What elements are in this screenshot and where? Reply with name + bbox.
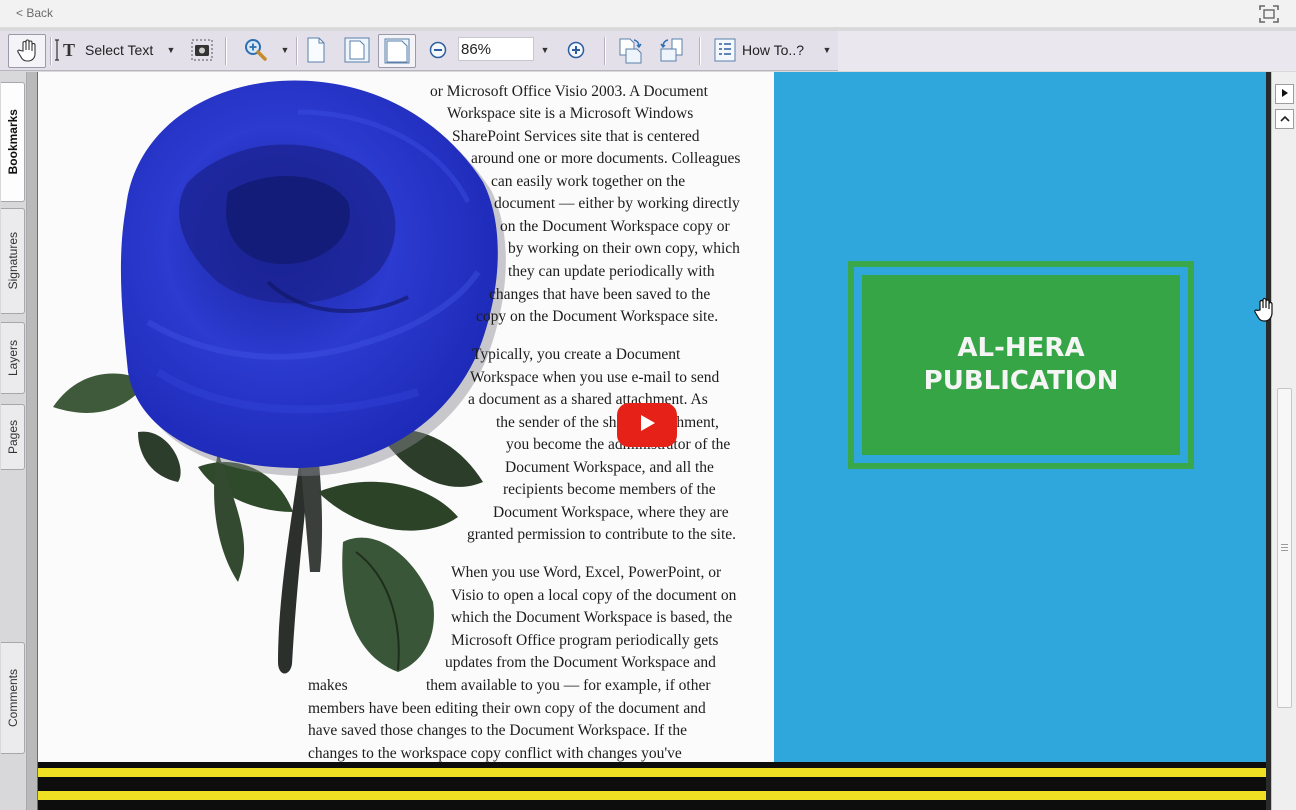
rotate-clockwise-icon (616, 36, 644, 64)
yellow-stripe (38, 768, 1266, 777)
chevron-down-icon: ▼ (280, 45, 290, 55)
page-icon (306, 37, 326, 63)
text-line: granted permission to contribute to the … (467, 526, 737, 543)
text-line: by working on their own copy, which (508, 240, 740, 257)
publisher-name-line1: AL-HERA (957, 333, 1085, 363)
text-line: Document Workspace, and all the (505, 459, 714, 476)
hand-tool-button[interactable] (8, 34, 46, 68)
rotate-counterclockwise-button[interactable] (657, 36, 687, 64)
text-line: makes (308, 677, 348, 694)
zoom-level-dropdown[interactable]: ▼ (539, 36, 551, 64)
camera-icon (190, 38, 214, 62)
snapshot-tool-button[interactable] (188, 36, 216, 64)
text-line: can easily work together on the (491, 173, 686, 190)
text-line: on the Document Workspace copy or (500, 218, 730, 235)
text-line: changes to the workspace copy conflict w… (308, 745, 682, 762)
text-line: document — either by working directly (494, 195, 740, 212)
zoom-in-button[interactable] (566, 36, 586, 64)
text-line: Typically, you create a Document (472, 346, 681, 363)
tab-bookmarks[interactable]: Bookmarks (1, 82, 25, 202)
text-line: Workspace when you use e-mail to send (470, 369, 720, 386)
select-text-label: Select Text (85, 42, 154, 58)
plus-circle-icon (567, 41, 585, 59)
how-to-button[interactable]: How To..? (714, 36, 804, 64)
text-line: Workspace site is a Microsoft Windows (447, 105, 694, 122)
tab-signatures[interactable]: Signatures (1, 208, 25, 314)
publisher-name-line2: PUBLICATION (923, 366, 1119, 396)
scroll-up-button[interactable] (1275, 109, 1294, 129)
page-footer-stripes (38, 762, 1266, 810)
toolbar-separator (604, 37, 606, 65)
zoom-in-tool-button[interactable] (240, 36, 272, 64)
tab-comments[interactable]: Comments (1, 642, 25, 754)
navigation-panel-tabs: Bookmarks Signatures Layers Pages Commen… (0, 72, 27, 810)
text-line: Document Workspace, where they are (493, 504, 729, 521)
text-line: recipients become members of the (503, 481, 716, 498)
toolbar-separator (699, 37, 701, 65)
svg-text:T: T (63, 40, 75, 60)
panel-splitter[interactable] (27, 72, 38, 810)
how-to-label: How To..? (742, 42, 804, 58)
text-line: changes that have been saved to the (489, 286, 711, 303)
text-line: around one or more documents. Colleagues (471, 150, 741, 167)
chevron-down-icon: ▼ (166, 45, 176, 55)
hand-cursor-icon (1253, 297, 1275, 328)
fit-width-button[interactable] (378, 34, 416, 68)
rotate-clockwise-button[interactable] (615, 36, 645, 64)
select-text-dropdown[interactable]: ▼ (165, 36, 177, 64)
toolbar-extension (838, 31, 1296, 71)
text-line: which the Document Workspace is based, t… (451, 609, 733, 626)
chevron-down-icon: ▼ (540, 45, 550, 55)
chevron-up-icon (1279, 110, 1290, 128)
zoom-tool-dropdown[interactable]: ▼ (279, 36, 291, 64)
tab-layers[interactable]: Layers (1, 322, 25, 394)
fit-page-button[interactable] (342, 36, 372, 64)
yellow-stripe (38, 791, 1266, 800)
toolbar-separator (50, 37, 52, 65)
chevron-down-icon: ▼ (822, 45, 832, 55)
text-cursor-icon: T (54, 38, 80, 62)
text-line: members have been editing their own copy… (308, 700, 706, 717)
text-line: the sender of the shared attachment, (496, 414, 719, 431)
select-text-button[interactable]: T Select Text (54, 36, 153, 64)
text-line: When you use Word, Excel, PowerPoint, or (451, 564, 722, 581)
fullscreen-icon[interactable] (1258, 4, 1280, 24)
fit-width-icon (384, 38, 410, 64)
text-line: Microsoft Office program periodically ge… (451, 632, 719, 649)
text-line: them available to you — for example, if … (426, 677, 711, 694)
page-forward-button[interactable] (1275, 84, 1294, 104)
toolbar-separator (225, 37, 227, 65)
text-line: copy on the Document Workspace site. (476, 308, 719, 325)
rotate-counterclockwise-icon (658, 36, 686, 64)
how-to-dropdown[interactable]: ▼ (821, 36, 833, 64)
help-list-icon (714, 38, 736, 62)
zoom-out-button[interactable] (428, 36, 448, 64)
zoom-level-input[interactable]: 86% (458, 37, 534, 61)
text-line: or Microsoft Office Visio 2003. A Docume… (430, 83, 708, 100)
top-bar: < Back (0, 0, 1296, 28)
scrollbar-thumb[interactable] (1277, 388, 1292, 708)
toolbar-separator (296, 37, 298, 65)
magnifier-icon (243, 37, 269, 63)
minus-circle-icon (429, 41, 447, 59)
publisher-logo: AL-HERA PUBLICATION (862, 275, 1180, 455)
video-play-button[interactable] (617, 403, 677, 447)
play-icon (637, 413, 657, 438)
vertical-scrollbar[interactable] (1271, 72, 1296, 810)
back-link[interactable]: < Back (16, 6, 53, 20)
hand-icon (16, 39, 38, 63)
fit-page-icon (344, 37, 370, 63)
tab-pages[interactable]: Pages (1, 404, 25, 470)
text-line: have saved those changes to the Document… (308, 722, 687, 739)
actual-size-button[interactable] (303, 36, 329, 64)
text-line: they can update periodically with (508, 263, 715, 280)
text-line: Visio to open a local copy of the docume… (451, 587, 737, 604)
text-line: SharePoint Services site that is centere… (452, 128, 700, 145)
text-line: updates from the Document Workspace and (445, 654, 716, 671)
triangle-right-icon (1280, 85, 1290, 103)
